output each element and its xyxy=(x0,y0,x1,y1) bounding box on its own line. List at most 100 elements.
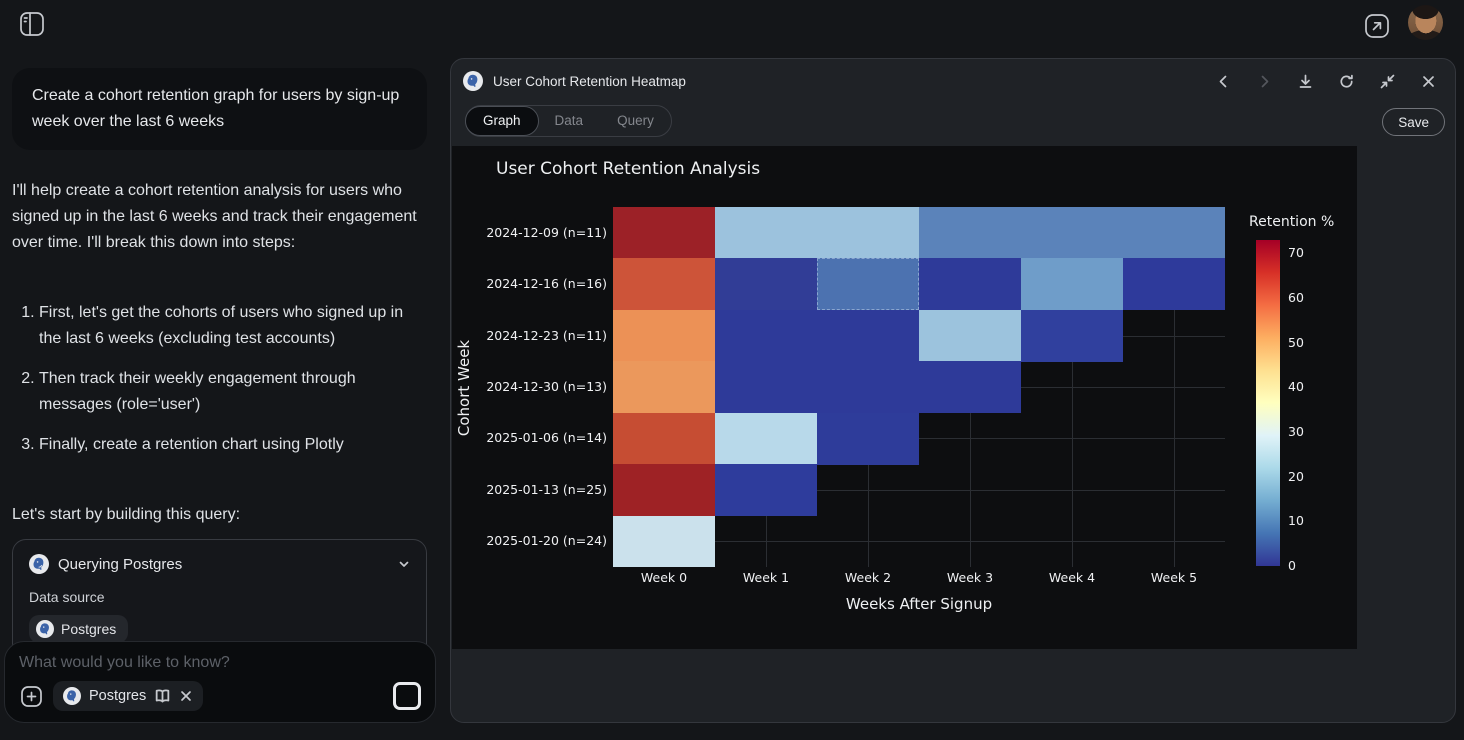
query-card-header[interactable]: Querying Postgres xyxy=(29,554,412,574)
heatmap-cell[interactable] xyxy=(817,207,919,259)
tab-query[interactable]: Query xyxy=(600,106,671,136)
heatmap-cell[interactable] xyxy=(817,361,919,413)
postgres-icon xyxy=(36,620,54,638)
y-tick-label: 2024-12-16 (n=16) xyxy=(452,276,607,291)
colorbar-tick-label: 20 xyxy=(1288,469,1304,484)
heatmap-cell[interactable] xyxy=(817,310,919,362)
y-tick-label: 2024-12-23 (n=11) xyxy=(452,328,607,343)
collapse-icon[interactable] xyxy=(1379,73,1396,90)
source-chip-label: Postgres xyxy=(61,621,116,637)
y-tick-label: 2024-12-09 (n=11) xyxy=(452,225,607,240)
colorbar-tick-label: 70 xyxy=(1288,245,1304,260)
download-icon[interactable] xyxy=(1297,73,1314,90)
assistant-step: Then track their weekly engagement throu… xyxy=(39,366,427,418)
x-tick-label: Week 5 xyxy=(1151,570,1197,585)
heatmap-cell[interactable] xyxy=(715,413,817,465)
panel-left-icon xyxy=(17,9,47,39)
x-axis-title: Weeks After Signup xyxy=(613,595,1225,613)
assistant-step: First, let's get the cohorts of users wh… xyxy=(39,300,427,352)
y-tick-label: 2025-01-06 (n=14) xyxy=(452,430,607,445)
colorbar-tick-label: 30 xyxy=(1288,424,1304,439)
chart-title: User Cohort Retention Analysis xyxy=(496,159,760,179)
colorbar-tick-label: 40 xyxy=(1288,379,1304,394)
postgres-icon xyxy=(29,554,49,574)
share-button[interactable] xyxy=(1362,11,1392,41)
schema-book-icon[interactable] xyxy=(154,688,171,705)
open-in-new-icon xyxy=(1362,11,1392,41)
colorbar-gradient xyxy=(1256,240,1280,566)
assistant-intro: I'll help create a cohort retention anal… xyxy=(12,178,427,256)
app: { "top_bar": { "sidebar_toggle_icon": "p… xyxy=(0,0,1464,740)
heatmap-cell[interactable] xyxy=(919,310,1021,362)
heatmap-cell[interactable] xyxy=(817,258,919,310)
sidebar-toggle-button[interactable] xyxy=(17,9,47,39)
assistant-query-intro: Let's start by building this query: xyxy=(12,506,427,524)
heatmap-cell[interactable] xyxy=(919,258,1021,310)
heatmap-cell[interactable] xyxy=(715,464,817,516)
heatmap-grid xyxy=(613,207,1225,567)
colorbar-tick-label: 60 xyxy=(1288,290,1304,305)
colorbar-tick-label: 50 xyxy=(1288,335,1304,350)
colorbar-tick-label: 0 xyxy=(1288,558,1296,573)
heatmap-cell[interactable] xyxy=(1021,258,1123,310)
save-button[interactable]: Save xyxy=(1382,108,1445,136)
add-attachment-button[interactable] xyxy=(19,684,44,709)
postgres-icon xyxy=(63,687,81,705)
heatmap-cell[interactable] xyxy=(613,516,715,568)
x-tick-label: Week 0 xyxy=(641,570,687,585)
chevron-down-icon[interactable] xyxy=(396,556,412,572)
heatmap-cell[interactable] xyxy=(715,258,817,310)
heatmap-cell[interactable] xyxy=(1021,310,1123,362)
heatmap-cell[interactable] xyxy=(715,207,817,259)
heatmap-cell[interactable] xyxy=(715,361,817,413)
data-source-label: Data source xyxy=(29,589,412,605)
tab-graph[interactable]: Graph xyxy=(465,106,539,136)
attachment-chip-label: Postgres xyxy=(89,688,146,704)
chat-thread: Create a cohort retention graph for user… xyxy=(12,68,427,662)
chevron-left-icon[interactable] xyxy=(1215,73,1232,90)
artifact-panel: User Cohort Retention Heatmap Graph Data… xyxy=(450,58,1456,723)
heatmap-cell[interactable] xyxy=(919,361,1021,413)
chat-input-placeholder: What would you like to know? xyxy=(19,654,421,672)
close-icon[interactable] xyxy=(1420,73,1437,90)
heatmap-cell[interactable] xyxy=(613,413,715,465)
assistant-step: Finally, create a retention chart using … xyxy=(39,432,427,458)
artifact-toolbar xyxy=(1215,73,1441,90)
stop-button[interactable] xyxy=(393,682,421,710)
assistant-steps: First, let's get the cohorts of users wh… xyxy=(12,300,427,458)
postgres-icon xyxy=(463,71,483,91)
x-tick-label: Week 4 xyxy=(1049,570,1095,585)
heatmap-cell[interactable] xyxy=(613,361,715,413)
chevron-right-icon[interactable] xyxy=(1256,73,1273,90)
colorbar-title: Retention % xyxy=(1249,214,1334,230)
y-tick-label: 2024-12-30 (n=13) xyxy=(452,379,607,394)
artifact-title: User Cohort Retention Heatmap xyxy=(493,74,686,89)
colorbar-tick-label: 10 xyxy=(1288,513,1304,528)
heatmap-cell[interactable] xyxy=(613,207,715,259)
y-tick-label: 2025-01-20 (n=24) xyxy=(452,533,607,548)
heatmap-cell[interactable] xyxy=(919,207,1021,259)
attachment-chip-postgres[interactable]: Postgres xyxy=(53,681,203,711)
heatmap-cell[interactable] xyxy=(817,413,919,465)
chat-input-toolbar: Postgres xyxy=(19,681,421,711)
y-tick-label: 2025-01-13 (n=25) xyxy=(452,482,607,497)
query-card-title: Querying Postgres xyxy=(58,556,182,573)
x-tick-label: Week 1 xyxy=(743,570,789,585)
heatmap-cell[interactable] xyxy=(613,258,715,310)
artifact-header: User Cohort Retention Heatmap xyxy=(451,59,1455,103)
artifact-tabs: Graph Data Query xyxy=(465,105,672,137)
remove-attachment-icon[interactable] xyxy=(179,689,193,703)
tab-data[interactable]: Data xyxy=(538,106,601,136)
heatmap-cell[interactable] xyxy=(715,310,817,362)
x-tick-label: Week 3 xyxy=(947,570,993,585)
postgres-source-chip[interactable]: Postgres xyxy=(29,615,128,643)
avatar[interactable] xyxy=(1408,5,1443,40)
chat-input[interactable]: What would you like to know? Postgres xyxy=(4,641,436,723)
heatmap-cell[interactable] xyxy=(1021,207,1123,259)
heatmap-cell[interactable] xyxy=(613,464,715,516)
heatmap-cell[interactable] xyxy=(1123,258,1225,310)
heatmap-cell[interactable] xyxy=(1123,207,1225,259)
refresh-icon[interactable] xyxy=(1338,73,1355,90)
retention-heatmap-chart: User Cohort Retention Analysis Cohort We… xyxy=(452,146,1357,649)
heatmap-cell[interactable] xyxy=(613,310,715,362)
